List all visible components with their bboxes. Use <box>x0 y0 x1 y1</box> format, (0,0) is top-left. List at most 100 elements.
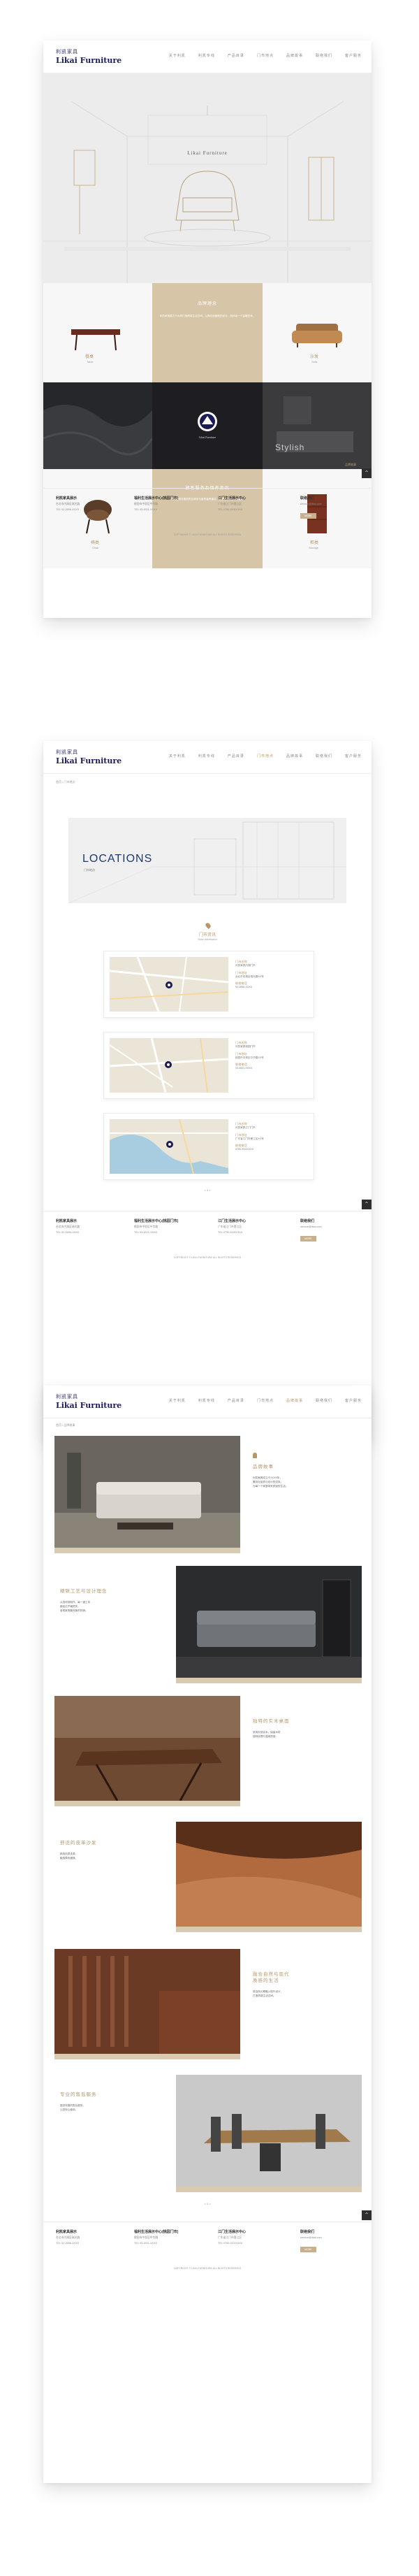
room-photo <box>263 382 372 469</box>
pagination[interactable]: < 1 > <box>43 2202 372 2206</box>
nav-item-locations[interactable]: 门市地点 <box>257 1398 274 1403</box>
brand-concept-tile: 品牌理念 利凯家具致力于为您打造质感生活空间，以简约而精致的设计，陪伴每一个温暖… <box>152 283 263 382</box>
nav-item-products[interactable]: 产品目录 <box>228 1398 244 1403</box>
store-info: 门市名称 利凯家具江门门市 门市地址 广东省江门市蓬江区XX号 联络电话 075… <box>235 1119 308 1152</box>
block-title: 专业的售后服务 <box>60 2092 97 2097</box>
nav-item-products[interactable]: 产品目录 <box>228 754 244 758</box>
nav-item-about[interactable]: 关于利凯 <box>169 754 186 758</box>
footer-title: 利凯家具展示 <box>56 496 78 501</box>
concept-title: 品牌理念 <box>197 301 217 306</box>
nav-item-story[interactable]: 品牌故事 <box>286 754 303 758</box>
logo[interactable]: 利凯家具 Likai Furniture <box>56 48 122 65</box>
back-to-top-button[interactable]: ^ <box>362 1200 372 1209</box>
locations-subtitle: 门市地点 <box>84 868 95 872</box>
stylish-room-photo: Stylish <box>263 382 372 469</box>
nav-item-locations[interactable]: 门市地点 <box>257 754 274 758</box>
store-tel: 02-2656-XXXX <box>235 986 252 988</box>
logo[interactable]: 利凯家具 Likai Furniture <box>56 749 122 765</box>
footer-col-2: 福利生活展示中心(桃园门市) 桃园市中坜区中华路 TEL 03-4521-XXX… <box>134 2229 211 2245</box>
brand-badge-tile: Likai Furniture <box>152 382 263 469</box>
brand-story-screen: 利凯家具 Likai Furniture 关于利凯 利凯专线 产品目录 门市地点… <box>43 1386 372 2483</box>
footer-title: 联络我们 <box>300 1219 315 1223</box>
back-to-top-button[interactable]: ^ <box>362 2210 372 2220</box>
accent-bar <box>176 2187 362 2192</box>
footer-line: service@likai.com <box>300 503 322 505</box>
breadcrumb: 首页 / 品牌故事 <box>56 1423 75 1427</box>
site-footer: 利凯家具展示 台北市内湖区瑞光路 TEL 02-2656-XXXX 福利生活展示… <box>43 2222 372 2292</box>
footer-col-3: 江门生活展示中心 广东省江门市蓬江区 TEL 0750-XXXXXXX <box>218 1218 281 1235</box>
nav-item-lines[interactable]: 利凯专线 <box>198 1398 215 1403</box>
footer-more-button[interactable]: MORE <box>300 2247 316 2252</box>
footer-line: TEL 0750-XXXXXXX <box>218 1231 243 1234</box>
nav-item-lines[interactable]: 利凯专线 <box>198 754 215 758</box>
block-title: 品牌故事 <box>253 1465 274 1469</box>
nav-item-contact[interactable]: 联络我们 <box>316 1398 332 1403</box>
site-header: 利凯家具 Likai Furniture 关于利凯 利凯专线 产品目录 门市地点… <box>43 741 372 774</box>
block-body: 将自然元素融入现代设计， 打造质感生活空间。 <box>253 1990 284 1997</box>
store-address: 广东省江门市蓬江区XX号 <box>235 1137 264 1140</box>
leather-photo <box>176 1822 362 1927</box>
site-header: 利凯家具 Likai Furniture 关于利凯 利凯专线 产品目录 门市地点… <box>43 41 372 73</box>
footer-line: 广东省江门市蓬江区 <box>218 2236 242 2239</box>
footer-title: 福利生活展示中心(桃园门市) <box>134 2230 179 2234</box>
footer-line: 台北市内湖区瑞光路 <box>56 1225 80 1228</box>
nav-item-contact[interactable]: 联络我们 <box>316 53 332 58</box>
store-map[interactable] <box>110 957 228 1012</box>
store-name: 利凯家具桃园门市 <box>235 1045 256 1048</box>
category-table-tile[interactable]: 餐桌 Table <box>43 283 152 382</box>
store-address: 台北市内湖区瑞光路XX号 <box>235 974 264 978</box>
footer-line: 桃园市中坜区中华路 <box>134 2236 159 2239</box>
logo-cn: 利凯家具 <box>56 1394 78 1399</box>
nav-item-contact[interactable]: 联络我们 <box>316 754 332 758</box>
nav-item-service[interactable]: 客户服务 <box>345 754 362 758</box>
nav-item-service[interactable]: 客户服务 <box>345 1398 362 1403</box>
nav-item-products[interactable]: 产品目录 <box>228 53 244 58</box>
copyright: COPYRIGHT © LIKAI FURNITURE ALL RIGHTS R… <box>173 2267 242 2270</box>
table-illustration <box>71 329 120 351</box>
category-sofa-tile[interactable]: 沙发 Sofa <box>263 283 372 382</box>
back-to-top-button[interactable]: ^ <box>362 468 372 478</box>
tile-label: 沙发 <box>310 355 319 359</box>
footer-line: TEL 02-2656-XXXX <box>56 1231 80 1234</box>
concept-text: 利凯家具致力于为您打造质感生活空间，以简约而精致的设计，陪伴每一个温暖的家。 <box>159 315 256 317</box>
fabric-texture-photo <box>43 382 154 469</box>
nav-item-about[interactable]: 关于利凯 <box>169 1398 186 1403</box>
footer-col-4: 联络我们 service@likai.com MORE <box>300 2229 363 2253</box>
footer-title: 江门生活展示中心 <box>218 496 247 501</box>
map-graphic <box>110 1038 228 1093</box>
pagination[interactable]: < 1 > <box>43 1188 372 1192</box>
block-title: 融合自然与现代 质感的生活 <box>253 1972 290 1983</box>
hero-sketch-illustration <box>43 73 372 283</box>
footer-col-1: 利凯家具展示 台北市内湖区瑞光路 TEL 02-2656-XXXX <box>56 1218 119 1235</box>
shelf-image <box>54 1949 240 2054</box>
nav-item-story[interactable]: 品牌故事 <box>286 53 303 58</box>
store-info: 门市名称 利凯家具内湖门市 门市地址 台北市内湖区瑞光路XX号 联络电话 02-… <box>235 957 308 990</box>
store-map[interactable] <box>110 1119 228 1174</box>
logo[interactable]: 利凯家具 Likai Furniture <box>56 1393 122 1410</box>
footer-col-4: 联络我们 service@likai.com MORE <box>300 1218 363 1242</box>
copyright: COPYRIGHT © LIKAI FURNITURE ALL RIGHTS R… <box>173 533 242 536</box>
homepage-screen: 利凯家具 Likai Furniture 关于利凯 利凯专线 产品目录 门市地点… <box>43 41 372 618</box>
footer-line: TEL 03-4521-XXXX <box>134 2242 158 2245</box>
store-card: 门市名称 利凯家具江门门市 门市地址 广东省江门市蓬江区XX号 联络电话 075… <box>103 1113 314 1180</box>
accent-bar <box>176 1678 362 1683</box>
logo-cn: 利凯家具 <box>56 749 78 755</box>
nav-item-about[interactable]: 关于利凯 <box>169 53 186 58</box>
side-tag[interactable]: 品牌故事 <box>345 463 356 467</box>
story-text-block: 专业的售后服务 提供完善的售后服务， 让您安心使用。 <box>60 2092 165 2112</box>
accent-bar <box>54 1548 240 1553</box>
hero-title: Likai Furniture <box>187 150 228 156</box>
nav-item-lines[interactable]: 利凯专线 <box>198 53 215 58</box>
story-text-block: 品牌故事 利凯家具成立于XXXX年， 秉持对品质与设计的坚持， 为每一个家庭带来… <box>253 1453 358 1488</box>
footer-more-button[interactable]: MORE <box>300 1236 316 1242</box>
store-tel: 0750-XXXXXXX <box>235 1148 253 1151</box>
sofa-image <box>176 1566 362 1678</box>
nav-item-locations[interactable]: 门市地点 <box>257 53 274 58</box>
nav-item-service[interactable]: 客户服务 <box>345 53 362 58</box>
footer-title: 利凯家具展示 <box>56 2230 78 2234</box>
badge-text: Likai Furniture <box>198 436 216 439</box>
store-map[interactable] <box>110 1038 228 1093</box>
footer-more-button[interactable]: MORE <box>300 513 316 519</box>
footer-line: TEL 0750-XXXXXXX <box>218 508 243 511</box>
nav-item-story[interactable]: 品牌故事 <box>286 1398 303 1403</box>
